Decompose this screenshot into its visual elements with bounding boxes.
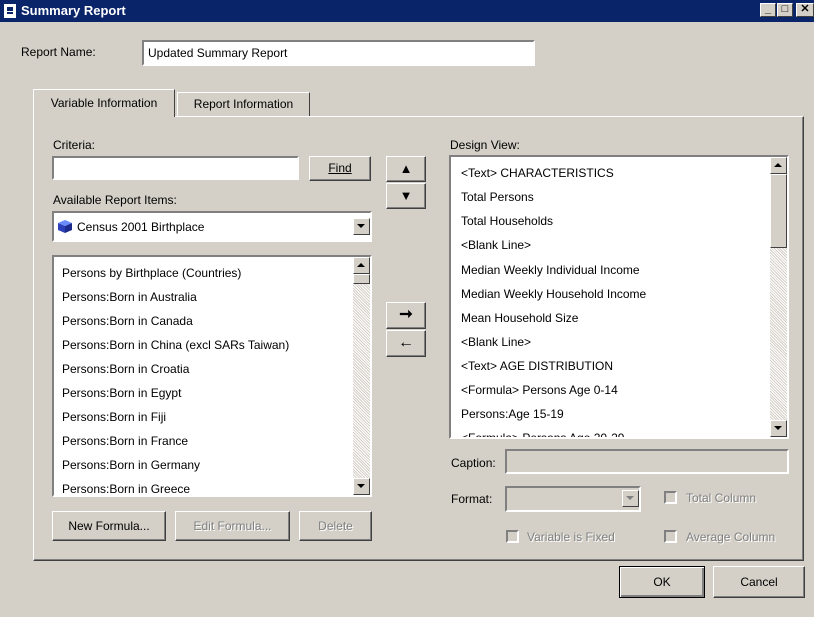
delete-label: Delete	[318, 519, 353, 533]
available-items-dropdown[interactable]: Census 2001 Birthplace	[52, 211, 372, 242]
edit-formula-button[interactable]: Edit Formula...	[175, 511, 290, 541]
tab-label: Variable Information	[50, 96, 158, 110]
close-button[interactable]: ✕	[796, 3, 814, 17]
total-column-label: Total Column	[686, 491, 757, 505]
arrow-right-icon: ➞	[399, 306, 413, 323]
design-item[interactable]: Total Households	[461, 214, 553, 228]
move-down-button[interactable]: ▼	[386, 183, 426, 209]
design-item[interactable]: Total Persons	[461, 190, 534, 204]
caption-input[interactable]	[505, 449, 789, 474]
design-view-list[interactable]: <Text> CHARACTERISTICS Total Persons Tot…	[449, 155, 789, 439]
available-items-list[interactable]: Persons by Birthplace (Countries) Person…	[52, 255, 372, 497]
design-item[interactable]: <Blank Line>	[461, 335, 531, 349]
scroll-up-button[interactable]	[770, 157, 787, 174]
minimize-button[interactable]: _	[760, 3, 776, 17]
tab-label: Report Information	[193, 97, 294, 111]
list-item[interactable]: Persons:Born in Germany	[62, 458, 200, 472]
design-item[interactable]: <Formula> Persons Age 20-29	[461, 431, 624, 437]
design-item[interactable]: <Text> CHARACTERISTICS	[461, 166, 614, 180]
window-title: Summary Report	[21, 3, 126, 18]
scroll-down-button[interactable]	[353, 478, 370, 495]
chevron-down-icon	[357, 484, 365, 488]
ok-label: OK	[653, 575, 671, 589]
find-button[interactable]: Find	[309, 156, 371, 181]
total-column-checkbox[interactable]	[664, 491, 677, 504]
new-formula-button[interactable]: New Formula...	[52, 511, 166, 541]
arrow-left-icon: ←	[398, 334, 414, 351]
maximize-button[interactable]: □	[777, 3, 793, 17]
format-dropdown[interactable]	[505, 486, 641, 512]
caption-label: Caption:	[451, 456, 496, 470]
design-view-label: Design View:	[450, 138, 520, 152]
list-item[interactable]: Persons:Born in Croatia	[62, 362, 189, 376]
new-formula-label: New Formula...	[68, 519, 150, 533]
design-item[interactable]: <Text> AGE DISTRIBUTION	[461, 359, 613, 373]
format-label: Format:	[451, 492, 493, 506]
design-item[interactable]: <Blank Line>	[461, 238, 531, 252]
report-name-input[interactable]	[142, 40, 535, 66]
list-item[interactable]: Persons by Birthplace (Countries)	[62, 266, 241, 280]
design-item[interactable]: <Formula> Persons Age 0-14	[461, 383, 618, 397]
list-item[interactable]: Persons:Born in Australia	[62, 290, 197, 304]
design-item[interactable]: Persons:Age 15-19	[461, 407, 564, 421]
arrow-up-icon: ▲	[399, 161, 413, 176]
cube-icon	[58, 220, 72, 233]
design-item[interactable]: Median Weekly Individual Income	[461, 263, 640, 277]
chevron-down-icon	[774, 426, 782, 430]
dropdown-arrow-button[interactable]	[622, 490, 639, 507]
report-name-label: Report Name:	[21, 45, 96, 59]
variable-fixed-checkbox[interactable]	[506, 530, 519, 543]
dropdown-selected: Census 2001 Birthplace	[77, 220, 205, 234]
criteria-input[interactable]	[52, 156, 299, 180]
scroll-up-button[interactable]	[353, 257, 370, 274]
available-items-label: Available Report Items:	[53, 193, 177, 207]
design-item[interactable]: Median Weekly Household Income	[461, 287, 646, 301]
add-item-button[interactable]: ➞	[386, 302, 426, 329]
delete-button[interactable]: Delete	[299, 511, 372, 541]
chevron-up-icon	[357, 263, 365, 267]
cancel-button[interactable]: Cancel	[713, 566, 805, 598]
find-button-label: Find	[328, 161, 352, 175]
arrow-down-icon: ▼	[399, 188, 413, 203]
criteria-label: Criteria:	[53, 138, 96, 152]
list-item[interactable]: Persons:Born in Fiji	[62, 410, 166, 424]
chevron-down-icon	[626, 496, 634, 500]
list-item[interactable]: Persons:Born in France	[62, 434, 188, 448]
chevron-down-icon	[357, 224, 365, 228]
dropdown-arrow-button[interactable]	[353, 218, 370, 235]
ok-button[interactable]: OK	[619, 566, 705, 598]
average-column-checkbox[interactable]	[664, 530, 677, 543]
chevron-up-icon	[774, 163, 782, 167]
scroll-down-button[interactable]	[770, 420, 787, 437]
available-list-scrollbar[interactable]	[353, 257, 370, 495]
scroll-thumb[interactable]	[353, 274, 370, 284]
list-item[interactable]: Persons:Born in Egypt	[62, 386, 181, 400]
list-item[interactable]: Persons:Born in Greece	[62, 482, 190, 495]
title-bar: Summary Report _ □ ✕	[0, 0, 814, 22]
remove-item-button[interactable]: ←	[386, 330, 426, 357]
variable-fixed-label: Variable is Fixed	[527, 530, 615, 544]
scroll-thumb[interactable]	[770, 174, 787, 248]
average-column-label: Average Column	[686, 530, 776, 544]
edit-formula-label: Edit Formula...	[193, 519, 272, 533]
tab-report-information[interactable]: Report Information	[177, 92, 310, 116]
cancel-label: Cancel	[740, 575, 778, 589]
design-view-scrollbar[interactable]	[770, 157, 787, 437]
design-item[interactable]: Mean Household Size	[461, 311, 578, 325]
list-item[interactable]: Persons:Born in China (excl SARs Taiwan)	[62, 338, 289, 352]
list-item[interactable]: Persons:Born in Canada	[62, 314, 193, 328]
window-menu-icon[interactable]	[4, 4, 16, 18]
move-up-button[interactable]: ▲	[386, 156, 426, 182]
tab-variable-information[interactable]: Variable Information	[33, 89, 175, 117]
